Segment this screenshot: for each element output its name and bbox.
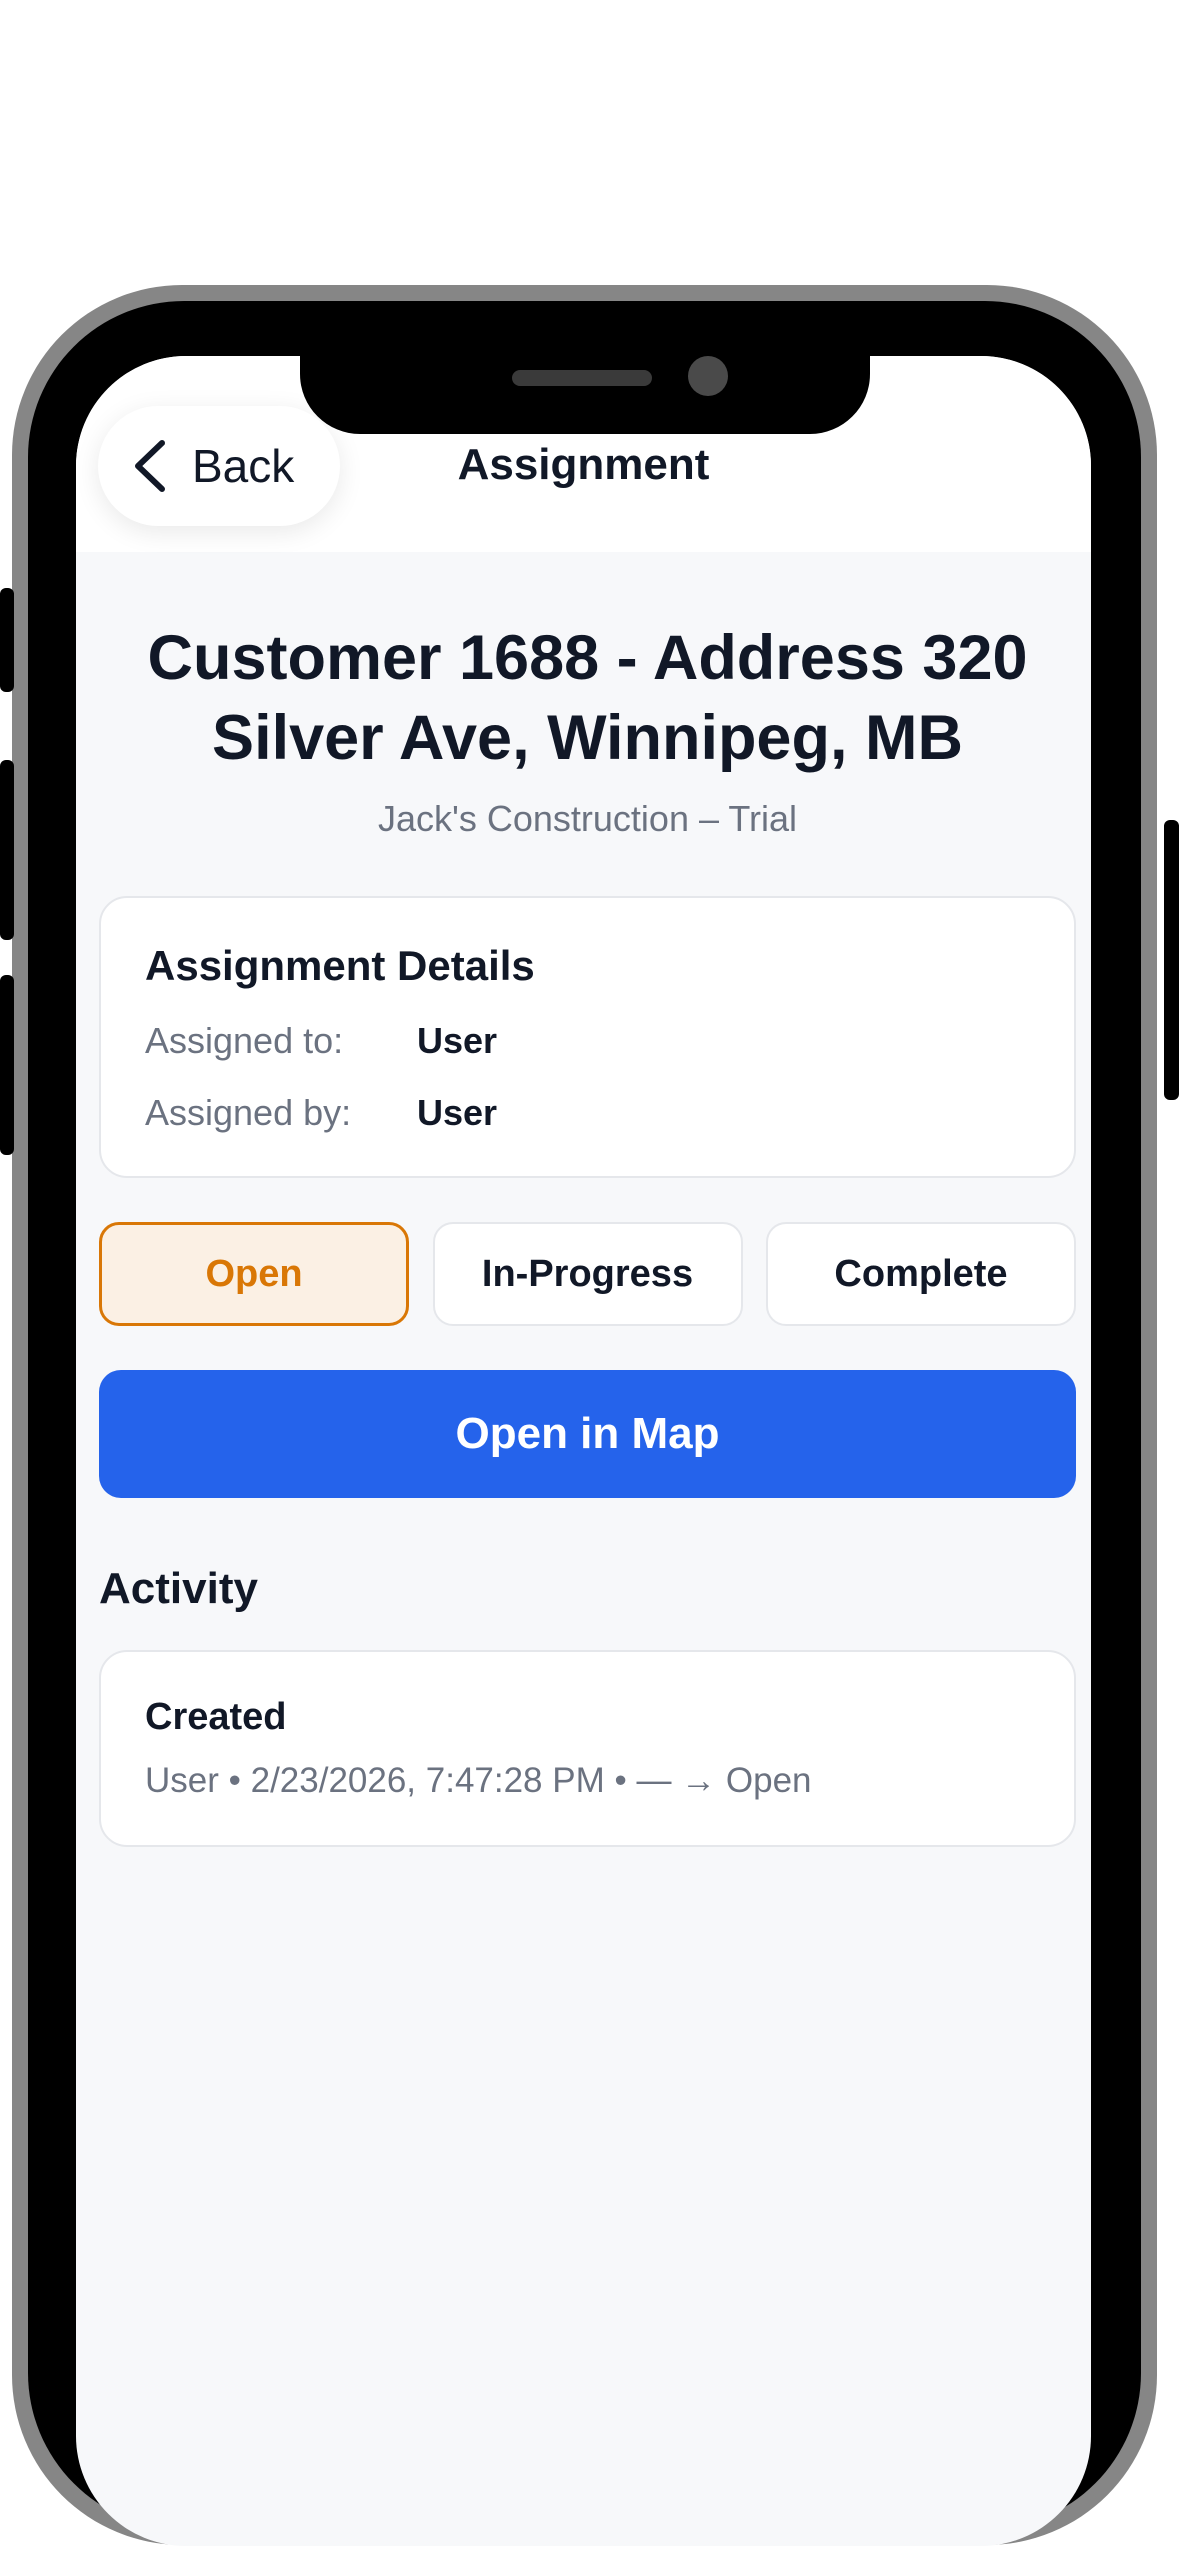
assigned-to-label: Assigned to: [145,1020,344,1061]
page-subtitle: Jack's Construction – Trial [377,798,798,839]
assignment-content: Customer 1688 - Address 320 Silver Ave, … [99,552,1076,1847]
status-selector: Open In-Progress Complete [99,1222,1076,1326]
front-camera [688,356,728,396]
nav-title: Assignment [457,440,710,489]
volume-down-button [0,975,14,1155]
silent-switch [0,588,14,692]
activity-heading: Activity [99,1564,258,1613]
activity-meta: User • 2/23/2026, 7:47:28 PM • — → Open [145,1761,812,1800]
assigned-by-row: Assigned by: User [145,1092,1030,1134]
notch [300,356,870,434]
details-heading: Assignment Details [145,942,535,989]
assigned-by-value: User [417,1092,498,1133]
assigned-to-value: User [417,1020,498,1061]
app-screen: Back Assignment Customer 1688 - Address … [76,356,1091,2546]
volume-up-button [0,760,14,940]
assignment-details-card: Assignment Details Assigned to: User Ass… [99,896,1076,1178]
assigned-by-label: Assigned by: [145,1092,352,1133]
open-in-map-button[interactable]: Open in Map [99,1370,1076,1498]
status-open-button[interactable]: Open [99,1222,409,1326]
power-button [1164,820,1179,1100]
assigned-to-row: Assigned to: User [145,1020,1030,1062]
activity-title: Created [145,1696,287,1738]
speaker-grille [512,370,652,386]
status-complete-button[interactable]: Complete [766,1222,1076,1326]
status-in-progress-button[interactable]: In-Progress [432,1222,743,1326]
activity-item: Created User • 2/23/2026, 7:47:28 PM • —… [99,1650,1076,1847]
page-title: Customer 1688 - Address 320 Silver Ave, … [147,623,1028,773]
